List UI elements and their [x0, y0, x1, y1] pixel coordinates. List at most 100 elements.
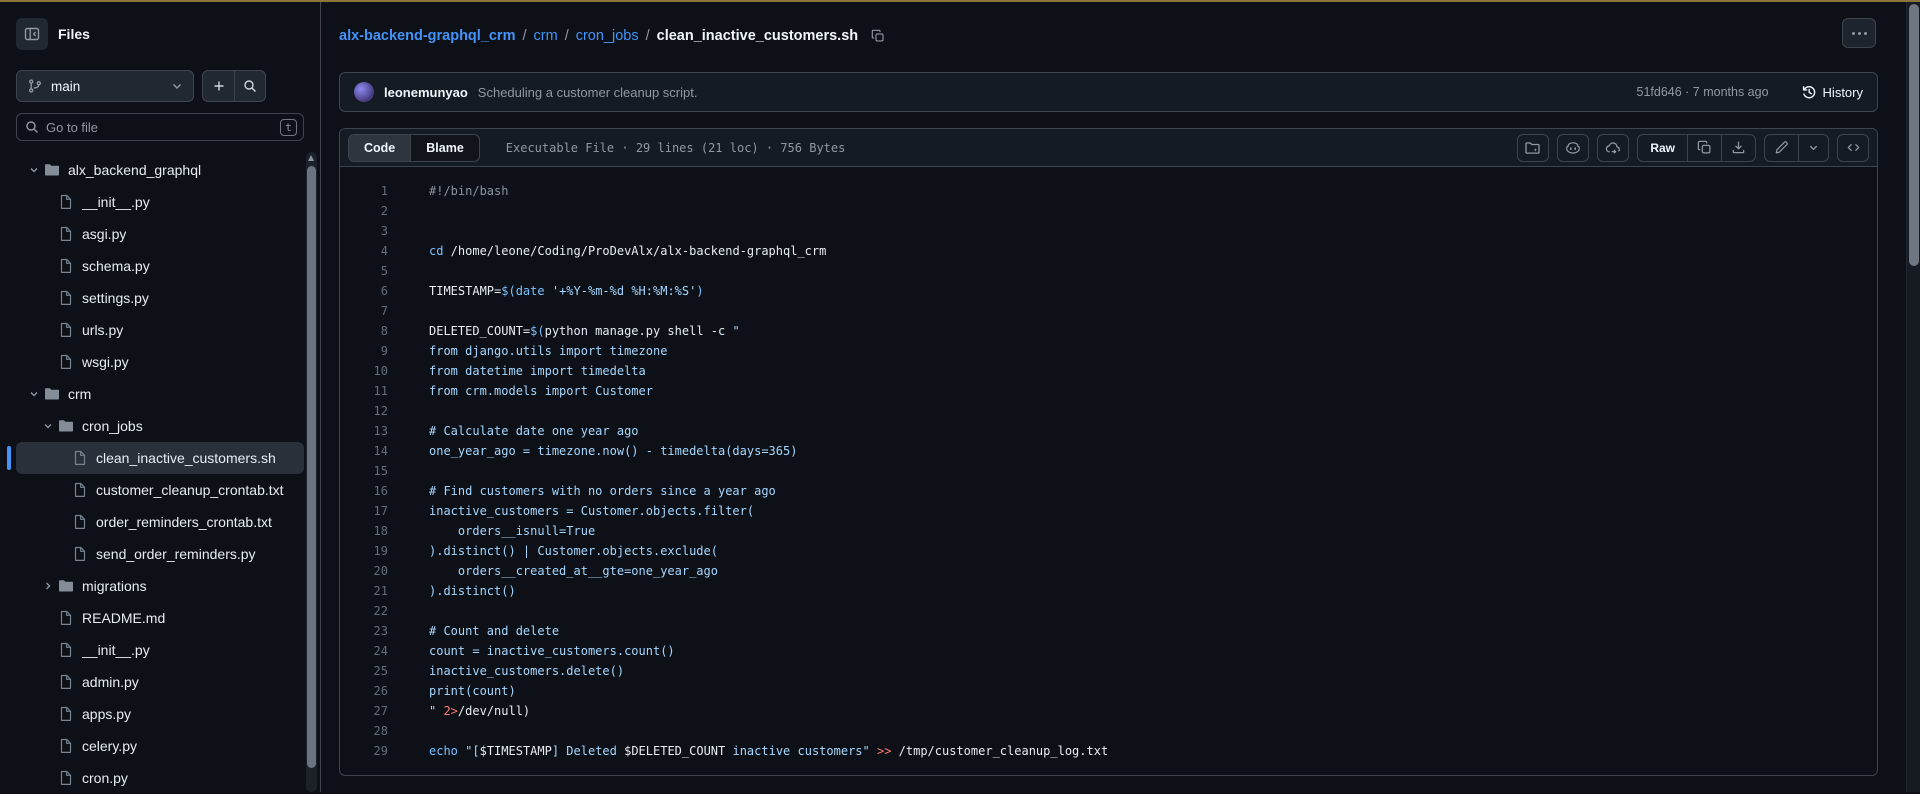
- branch-selector[interactable]: main: [16, 70, 194, 102]
- line-number[interactable]: 20: [340, 564, 388, 578]
- codespaces-button[interactable]: [1597, 133, 1630, 162]
- tree-item[interactable]: wsgi.py: [16, 346, 304, 378]
- line-number[interactable]: 1: [340, 184, 388, 198]
- tab-blame[interactable]: Blame: [411, 135, 479, 161]
- commit-sha-and-time[interactable]: 51fd646 · 7 months ago: [1637, 85, 1769, 99]
- edit-dropdown-button[interactable]: [1798, 134, 1828, 161]
- raw-button[interactable]: Raw: [1638, 135, 1687, 161]
- line-number[interactable]: 6: [340, 284, 388, 298]
- line-number[interactable]: 16: [340, 484, 388, 498]
- edit-group: [1764, 133, 1829, 162]
- line-number[interactable]: 14: [340, 444, 388, 458]
- tree-item[interactable]: send_order_reminders.py: [16, 538, 304, 570]
- code-blame-switch: Code Blame: [348, 133, 480, 162]
- tree-item[interactable]: customer_cleanup_crontab.txt: [16, 474, 304, 506]
- folder-icon: [58, 578, 74, 594]
- chevron-down-icon: [38, 420, 58, 432]
- line-number[interactable]: 15: [340, 464, 388, 478]
- symbols-button[interactable]: [1837, 133, 1869, 162]
- line-number[interactable]: 17: [340, 504, 388, 518]
- tree-item[interactable]: cron.py: [16, 762, 304, 794]
- tree-item[interactable]: __init__.py: [16, 186, 304, 218]
- line-number[interactable]: 3: [340, 224, 388, 238]
- tab-code[interactable]: Code: [349, 134, 412, 161]
- file-tree-sidebar: Files main Go to file t alx_backend_grap…: [0, 2, 321, 792]
- line-number[interactable]: 4: [340, 244, 388, 258]
- page-scrollbar[interactable]: [1906, 2, 1920, 792]
- commit-author[interactable]: leonemunyao: [384, 85, 468, 100]
- tree-item[interactable]: clean_inactive_customers.sh: [7, 442, 304, 474]
- breadcrumb-separator: /: [645, 28, 650, 44]
- code-line-content: ).distinct() | Customer.objects.exclude(: [429, 544, 718, 558]
- tree-item[interactable]: order_reminders_crontab.txt: [16, 506, 304, 538]
- sidebar-scrollbar-thumb[interactable]: [307, 166, 316, 768]
- code-line: 24 count = inactive_customers.count(): [340, 641, 1877, 661]
- breadcrumb-repo-link[interactable]: alx-backend-graphql_crm: [339, 28, 515, 44]
- tree-item[interactable]: admin.py: [16, 666, 304, 698]
- line-number[interactable]: 27: [340, 704, 388, 718]
- line-number[interactable]: 5: [340, 264, 388, 278]
- copilot-button[interactable]: [1557, 133, 1590, 162]
- tree-item[interactable]: urls.py: [16, 314, 304, 346]
- line-number[interactable]: 23: [340, 624, 388, 638]
- line-number[interactable]: 9: [340, 344, 388, 358]
- tree-item[interactable]: migrations: [16, 570, 304, 602]
- code-line: 13 # Calculate date one year ago: [340, 421, 1877, 441]
- goto-file-input[interactable]: Go to file t: [16, 113, 304, 141]
- breadcrumb-dir-link[interactable]: crm: [534, 28, 558, 44]
- commit-message[interactable]: Scheduling a customer cleanup script.: [478, 85, 1627, 100]
- tree-item[interactable]: apps.py: [16, 698, 304, 730]
- code-panel: Code Blame Executable File · 29 lines (2…: [339, 128, 1878, 776]
- line-number[interactable]: 26: [340, 684, 388, 698]
- tree-item[interactable]: README.md: [16, 602, 304, 634]
- line-number[interactable]: 13: [340, 424, 388, 438]
- line-number[interactable]: 11: [340, 384, 388, 398]
- tree-item[interactable]: alx_backend_graphql: [16, 154, 304, 186]
- line-number[interactable]: 25: [340, 664, 388, 678]
- copy-icon: [1697, 140, 1712, 155]
- tree-item[interactable]: schema.py: [16, 250, 304, 282]
- file-icon: [58, 738, 74, 754]
- tree-item[interactable]: crm: [16, 378, 304, 410]
- folder-icon: [44, 386, 60, 402]
- code-line-content: #!/bin/bash: [429, 184, 509, 198]
- line-number[interactable]: 12: [340, 404, 388, 418]
- tree-item[interactable]: cron_jobs: [16, 410, 304, 442]
- chevron-down-icon: [24, 164, 44, 176]
- line-number[interactable]: 24: [340, 644, 388, 658]
- tree-item[interactable]: celery.py: [16, 730, 304, 762]
- download-button[interactable]: [1721, 134, 1755, 161]
- code-viewer: 1 #!/bin/bash 2 3 4 cd /home/leone/Coding/Pro…: [340, 167, 1877, 771]
- code-line-content: # Find customers with no orders since a …: [429, 484, 776, 498]
- line-number[interactable]: 18: [340, 524, 388, 538]
- line-number[interactable]: 7: [340, 304, 388, 318]
- line-number[interactable]: 2: [340, 204, 388, 218]
- more-options-button[interactable]: [1842, 18, 1876, 48]
- author-avatar[interactable]: [354, 82, 374, 102]
- edit-button[interactable]: [1765, 135, 1798, 161]
- sidebar-scrollbar[interactable]: [306, 152, 317, 792]
- line-number[interactable]: 8: [340, 324, 388, 338]
- tree-item[interactable]: __init__.py: [16, 634, 304, 666]
- line-number[interactable]: 19: [340, 544, 388, 558]
- open-workspace-button[interactable]: [1517, 133, 1550, 162]
- breadcrumb-dir-link[interactable]: cron_jobs: [576, 28, 639, 44]
- collapse-sidebar-button[interactable]: [16, 18, 48, 50]
- line-number[interactable]: 29: [340, 744, 388, 758]
- page-scrollbar-thumb[interactable]: [1909, 4, 1919, 266]
- tree-item[interactable]: settings.py: [16, 282, 304, 314]
- code-line: 21).distinct(): [340, 581, 1877, 601]
- file-icon: [72, 450, 88, 466]
- copy-path-icon[interactable]: [871, 29, 885, 43]
- line-number[interactable]: 28: [340, 724, 388, 738]
- tree-item-label: settings.py: [82, 290, 149, 306]
- search-tree-button[interactable]: [234, 71, 265, 101]
- line-number[interactable]: 21: [340, 584, 388, 598]
- line-number[interactable]: 22: [340, 604, 388, 618]
- tree-item[interactable]: asgi.py: [16, 218, 304, 250]
- copy-raw-button[interactable]: [1687, 134, 1721, 161]
- line-number[interactable]: 10: [340, 364, 388, 378]
- tree-item-label: crm: [68, 386, 92, 402]
- add-file-button[interactable]: [203, 71, 234, 101]
- history-button[interactable]: History: [1801, 84, 1863, 100]
